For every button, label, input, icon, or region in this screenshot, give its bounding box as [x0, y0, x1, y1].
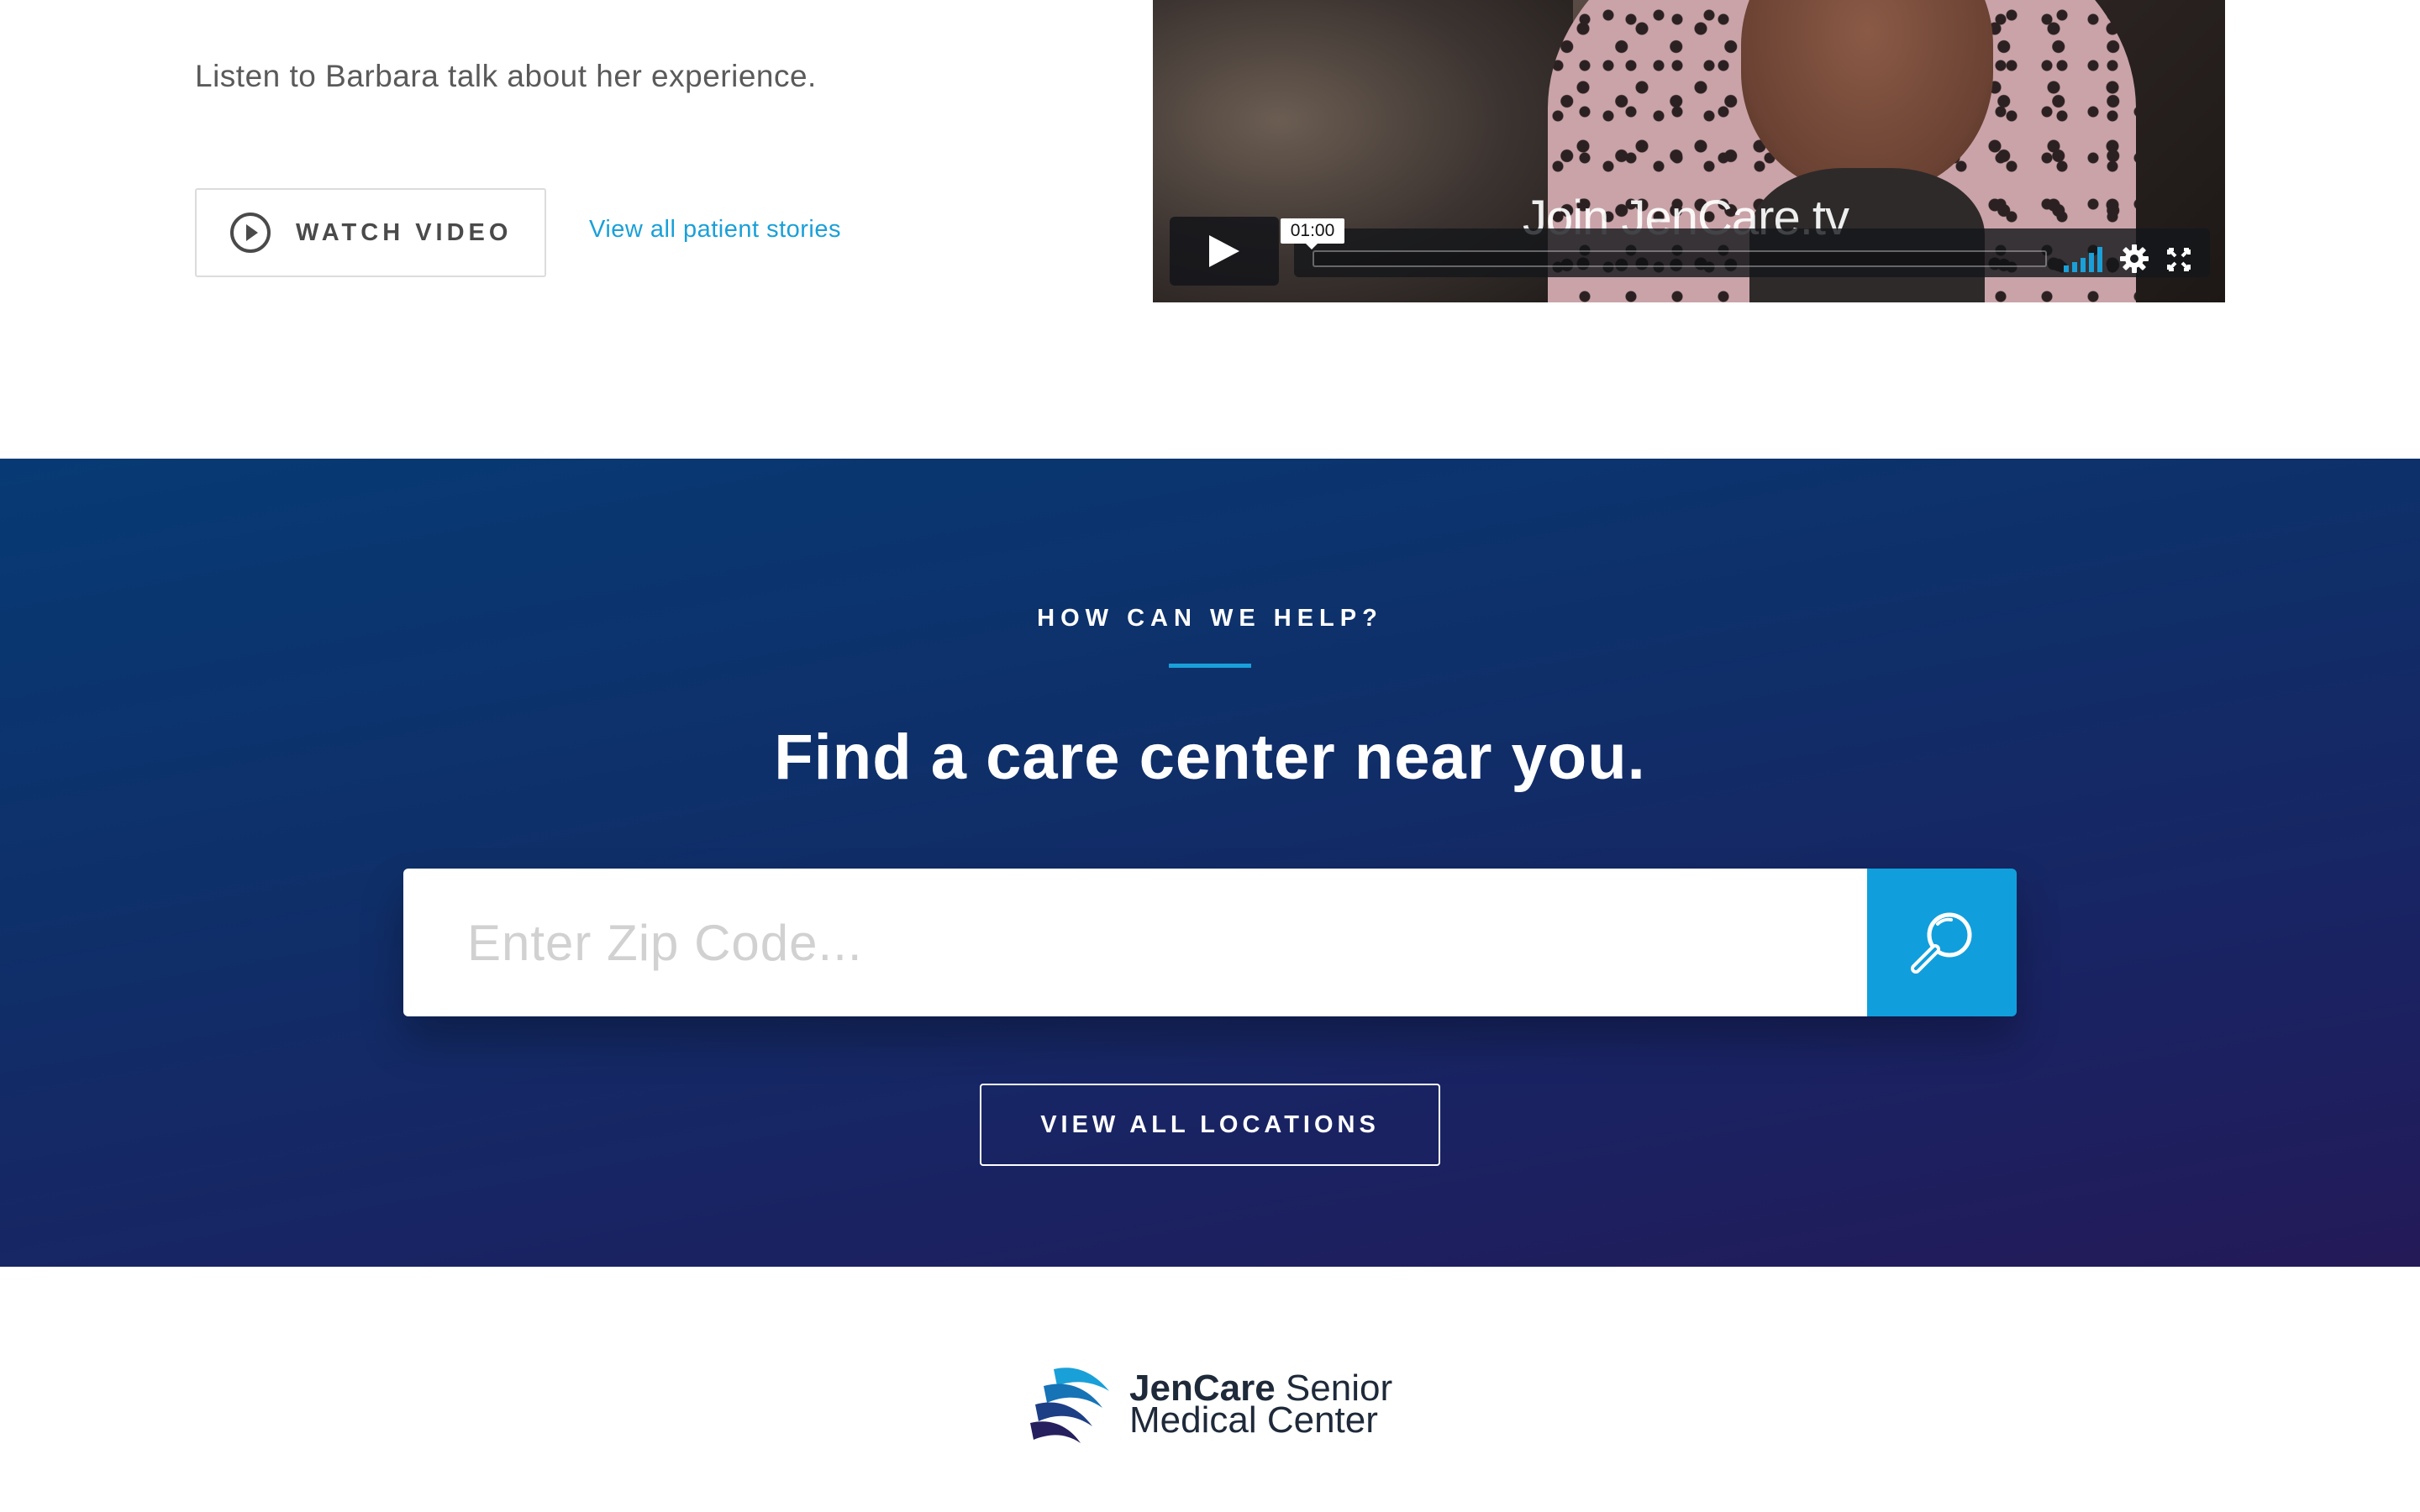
logo-line2: Medical Center [1129, 1399, 1378, 1441]
video-play-button[interactable] [1170, 217, 1279, 286]
video-player[interactable]: Join JenCare.tv 01:00 [1153, 0, 2225, 302]
play-icon [1209, 235, 1239, 267]
find-care-center-section: HOW CAN WE HELP? Find a care center near… [0, 459, 2420, 1267]
play-circle-icon [230, 213, 271, 253]
zip-code-input[interactable] [403, 869, 1867, 1016]
jencare-wave-logo-icon [1030, 1368, 1109, 1443]
footer: JenCare Senior Medical Center [0, 1267, 2420, 1512]
video-progress-bar[interactable] [1313, 250, 2047, 267]
watch-video-button[interactable]: WATCH VIDEO [195, 188, 546, 277]
gear-icon[interactable] [2119, 244, 2149, 274]
help-eyebrow: HOW CAN WE HELP? [1037, 605, 1383, 632]
video-time-tooltip: 01:00 [1281, 218, 1344, 249]
help-heading: Find a care center near you. [774, 722, 1646, 793]
watch-video-label: WATCH VIDEO [296, 218, 513, 246]
story-intro-text: Listen to Barbara talk about her experie… [195, 59, 817, 93]
search-button[interactable] [1867, 869, 2017, 1016]
jencare-logo[interactable]: JenCare Senior Medical Center [1025, 1361, 1392, 1448]
view-patient-stories-link[interactable]: View all patient stories [589, 216, 841, 244]
search-icon [1911, 912, 1972, 974]
patient-story-section: Listen to Barbara talk about her experie… [0, 0, 2420, 459]
fullscreen-icon[interactable] [2166, 247, 2191, 272]
view-all-locations-button[interactable]: VIEW ALL LOCATIONS [980, 1084, 1440, 1166]
eyebrow-divider [1169, 664, 1251, 668]
zip-search-form [403, 869, 2017, 1016]
volume-icon[interactable] [2064, 245, 2106, 272]
